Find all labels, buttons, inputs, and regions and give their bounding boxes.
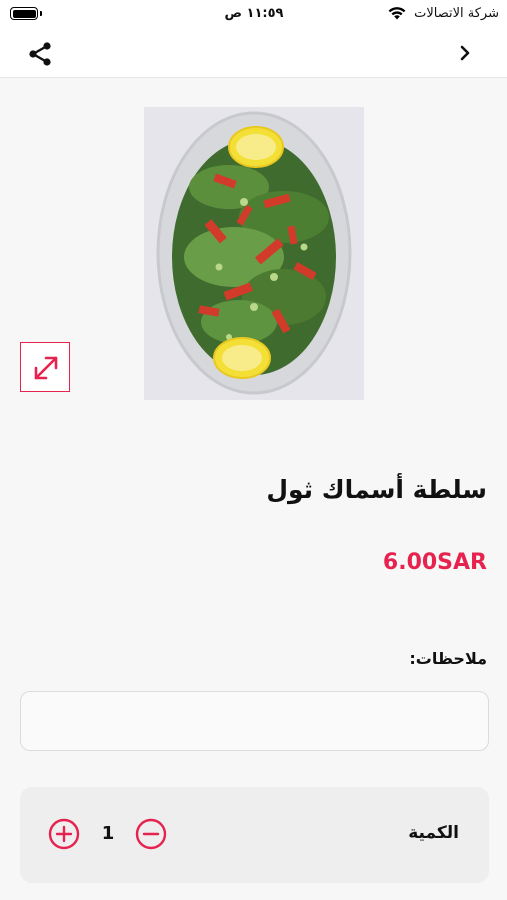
wifi-icon [388, 7, 406, 20]
status-bar: ١١:٥٩ ص شركة الاتصالات [0, 0, 507, 28]
product-title: سلطة أسماك ثول [266, 475, 487, 504]
product-price: 6.00SAR [382, 550, 487, 575]
battery-icon [10, 7, 42, 20]
status-time: ١١:٥٩ ص [224, 6, 284, 21]
expand-button[interactable] [20, 342, 70, 392]
quantity-value: 1 [101, 823, 115, 844]
carrier-name: شركة الاتصالات [414, 6, 499, 21]
quantity-card: 1 الكمية [20, 787, 489, 883]
notes-input[interactable] [20, 691, 489, 751]
product-image[interactable] [144, 107, 364, 400]
share-icon[interactable] [26, 40, 54, 68]
quantity-label: الكمية [408, 823, 459, 843]
salad-photo [144, 107, 364, 400]
minus-circle-icon[interactable] [135, 818, 167, 850]
nav-bar [0, 28, 507, 78]
plus-circle-icon[interactable] [48, 818, 80, 850]
chevron-right-icon[interactable] [457, 42, 473, 64]
expand-icon [34, 356, 58, 380]
notes-label: ملاحظات: [409, 649, 487, 668]
